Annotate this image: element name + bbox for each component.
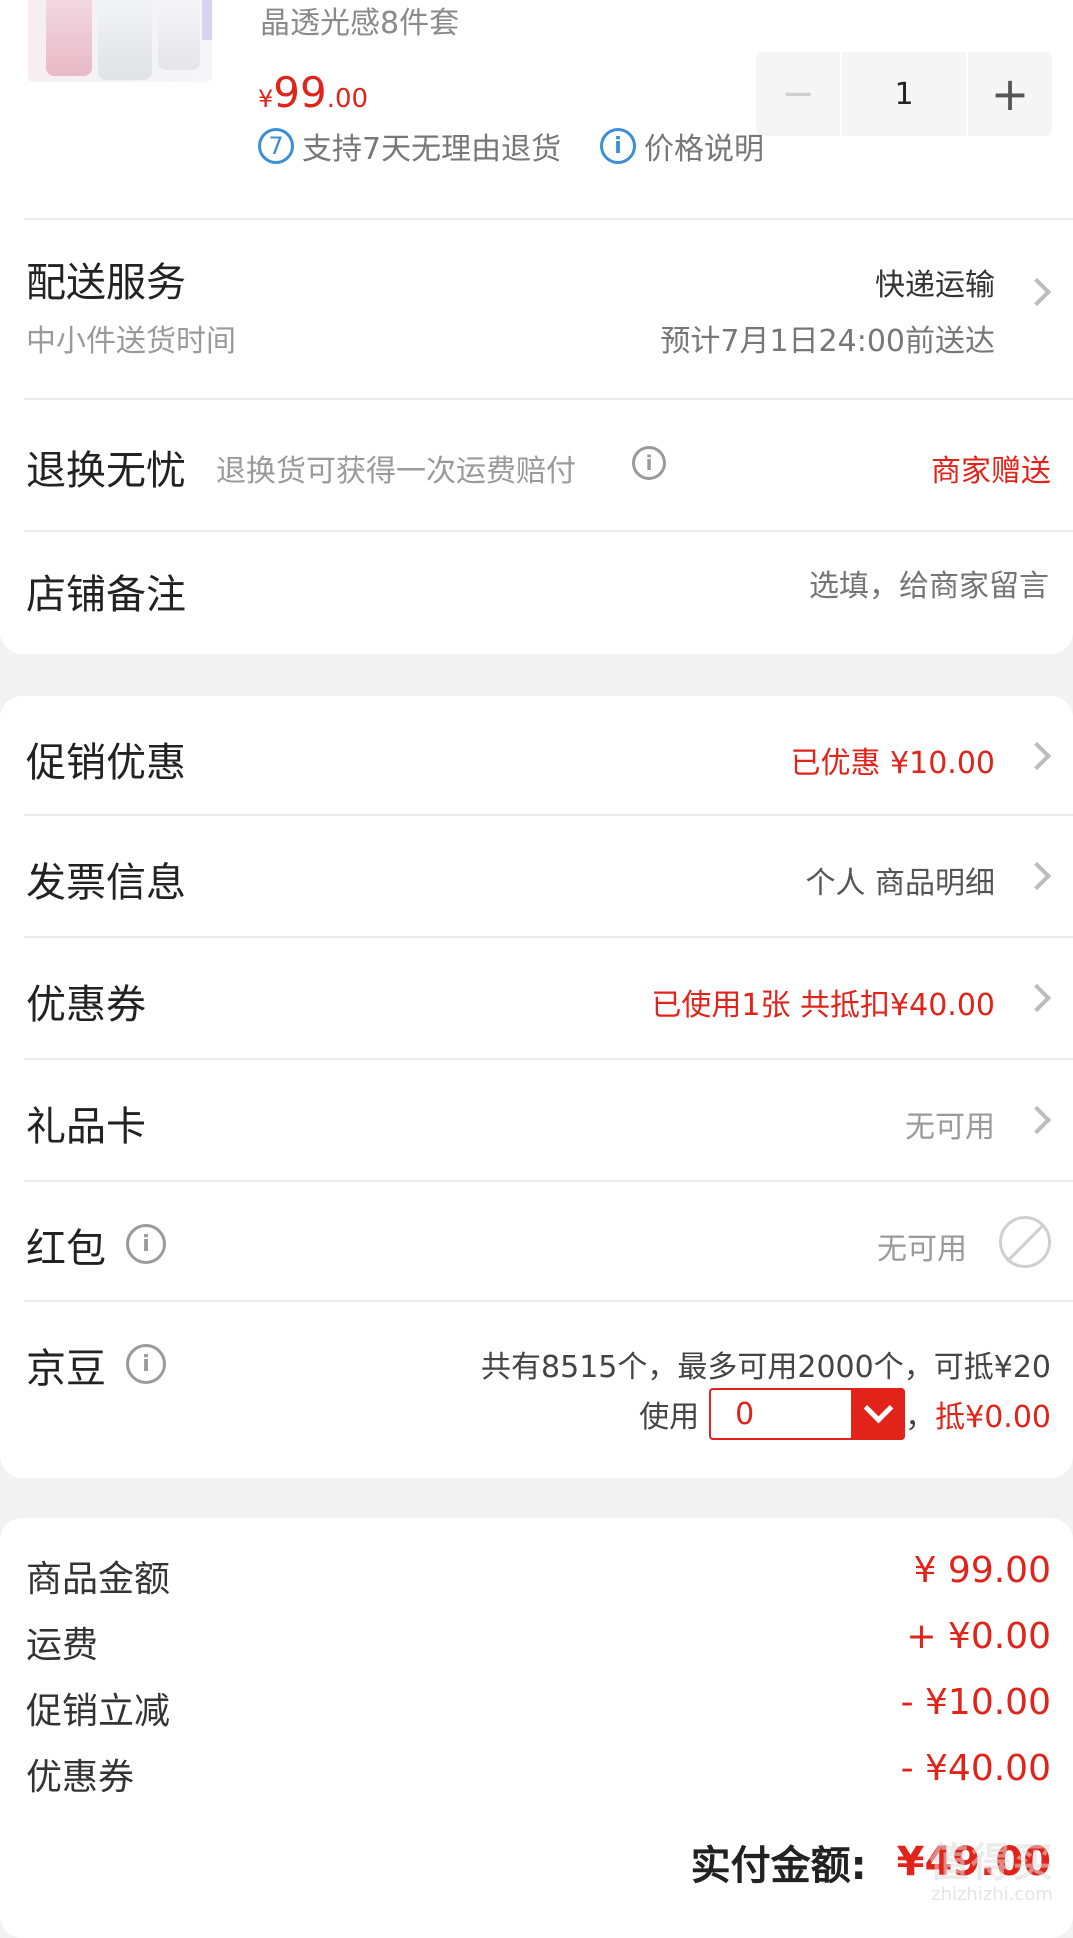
info-icon[interactable]: i bbox=[126, 1224, 166, 1264]
watermark-main: 值得买 bbox=[929, 1840, 1055, 1886]
store-note-row: 店铺备注 bbox=[0, 532, 1073, 654]
promo-label: 促销优惠 bbox=[26, 740, 186, 786]
price-explain-text: 价格说明 bbox=[644, 132, 764, 167]
product-image[interactable] bbox=[28, 0, 212, 82]
summary-value: - ¥40.00 bbox=[900, 1748, 1051, 1789]
quantity-input[interactable]: 1 bbox=[842, 52, 966, 136]
summary-value: ¥ 99.00 bbox=[913, 1550, 1051, 1591]
bottle-white-1 bbox=[98, 0, 152, 80]
jingdou-comma: ， bbox=[905, 1400, 936, 1435]
jingdou-use-label: 使用 bbox=[639, 1400, 700, 1435]
giftcard-row[interactable]: 礼品卡 无可用 bbox=[0, 1060, 1073, 1178]
order-item-card: 晶透光感8件套 ¥99.00 − 1 + 7 支持7天无理由退货 i 价格说明 … bbox=[0, 0, 1073, 654]
quantity-value: 1 bbox=[894, 76, 914, 112]
slash-line bbox=[1006, 1223, 1045, 1263]
chevron-right-icon bbox=[1022, 1105, 1052, 1135]
return-worry-desc: 退换货可获得一次运费赔付 bbox=[216, 454, 576, 489]
watermark-sub: zhizhizhi.com bbox=[931, 1884, 1053, 1905]
delivery-eta: 预计7月1日24:00前送达 bbox=[660, 324, 995, 359]
return-7day-badge[interactable]: 7 支持7天无理由退货 bbox=[258, 126, 562, 167]
price-currency: ¥ bbox=[258, 85, 274, 113]
jingdou-amount-select[interactable]: 0 bbox=[709, 1388, 906, 1440]
summary-value: - ¥10.00 bbox=[900, 1682, 1051, 1723]
discount-options-card: 促销优惠 已优惠 ¥10.00 发票信息 个人 商品明细 优惠券 已使用1张 共… bbox=[0, 696, 1073, 1478]
info-icon[interactable]: i bbox=[632, 446, 666, 480]
promo-value: 已优惠 ¥10.00 bbox=[790, 746, 995, 781]
summary-label: 商品金额 bbox=[26, 1559, 171, 1600]
coupon-row[interactable]: 优惠券 已使用1张 共抵扣¥40.00 bbox=[0, 938, 1073, 1056]
minus-icon: − bbox=[781, 71, 815, 117]
invoice-row[interactable]: 发票信息 个人 商品明细 bbox=[0, 816, 1073, 934]
product-card-art bbox=[202, 0, 212, 40]
summary-value: + ¥0.00 bbox=[906, 1616, 1051, 1657]
summary-row: 促销立减 - ¥10.00 bbox=[0, 1674, 1073, 1734]
store-note-label: 店铺备注 bbox=[26, 572, 186, 618]
jingdou-label: 京豆 bbox=[26, 1346, 106, 1392]
invoice-label: 发票信息 bbox=[26, 860, 186, 906]
delivery-sublabel: 中小件送货时间 bbox=[26, 324, 236, 359]
summary-label: 优惠券 bbox=[26, 1757, 135, 1798]
product-price: ¥99.00 bbox=[258, 68, 368, 117]
promo-row[interactable]: 促销优惠 已优惠 ¥10.00 bbox=[0, 696, 1073, 814]
decrease-button[interactable]: − bbox=[756, 52, 840, 136]
return-worry-label: 退换无忧 bbox=[26, 448, 186, 494]
redpacket-row: 红包 i 无可用 bbox=[0, 1182, 1073, 1300]
dropdown-button[interactable] bbox=[851, 1388, 906, 1440]
coupon-label: 优惠券 bbox=[26, 982, 146, 1028]
jingdou-summary: 共有8515个，最多可用2000个，可抵¥20 bbox=[481, 1350, 1051, 1385]
chevron-right-icon bbox=[1022, 741, 1052, 771]
jingdou-deduct: 抵¥0.00 bbox=[935, 1400, 1051, 1435]
invoice-value: 个人 商品明细 bbox=[805, 866, 995, 901]
jingdou-amount-value: 0 bbox=[735, 1396, 755, 1432]
giftcard-value: 无可用 bbox=[905, 1110, 995, 1145]
plus-icon: + bbox=[990, 67, 1030, 121]
return-worry-row[interactable]: 退换无忧 退换货可获得一次运费赔付 i 商家赠送 bbox=[0, 400, 1073, 528]
amount-summary-card: 商品金额 ¥ 99.00 运费 + ¥0.00 促销立减 - ¥10.00 优惠… bbox=[0, 1518, 1073, 1938]
chevron-down-icon bbox=[863, 1393, 894, 1424]
quantity-stepper: − 1 + bbox=[756, 52, 1052, 136]
price-explain-badge[interactable]: i 价格说明 bbox=[600, 126, 764, 167]
jingdou-use-line: 使用 0 ， 抵¥0.00 bbox=[639, 1386, 1051, 1442]
price-decimal: .00 bbox=[326, 84, 369, 114]
coupon-value: 已使用1张 共抵扣¥40.00 bbox=[651, 988, 995, 1023]
summary-row: 优惠券 - ¥40.00 bbox=[0, 1740, 1073, 1800]
giftcard-label: 礼品卡 bbox=[26, 1104, 146, 1150]
total-label: 实付金额: bbox=[690, 1843, 867, 1889]
jingdou-row: 京豆 i 共有8515个，最多可用2000个，可抵¥20 使用 0 ， 抵¥0.… bbox=[0, 1302, 1073, 1478]
bottle-white-2 bbox=[158, 0, 200, 70]
summary-label: 促销立减 bbox=[26, 1691, 171, 1732]
redpacket-label: 红包 bbox=[26, 1226, 106, 1272]
info-icon[interactable]: i bbox=[126, 1344, 166, 1384]
store-note-input[interactable] bbox=[487, 562, 1051, 610]
seven-day-icon: 7 bbox=[258, 128, 294, 164]
delivery-row[interactable]: 配送服务 中小件送货时间 快递运输 预计7月1日24:00前送达 bbox=[0, 220, 1073, 370]
delivery-method: 快递运输 bbox=[875, 268, 995, 303]
product-name: 晶透光感8件套 bbox=[260, 6, 460, 41]
seven-day-text: 支持7天无理由退货 bbox=[302, 132, 562, 167]
summary-row: 运费 + ¥0.00 bbox=[0, 1608, 1073, 1668]
redpacket-value: 无可用 bbox=[877, 1232, 967, 1267]
chevron-right-icon bbox=[1022, 983, 1052, 1013]
info-icon: i bbox=[600, 128, 636, 164]
delivery-label: 配送服务 bbox=[26, 260, 186, 306]
chevron-right-icon bbox=[1022, 861, 1052, 891]
chevron-right-icon bbox=[1022, 277, 1052, 307]
summary-row: 商品金额 ¥ 99.00 bbox=[0, 1542, 1073, 1602]
bottle-pink bbox=[46, 0, 92, 76]
disabled-circle-icon bbox=[999, 1216, 1051, 1268]
watermark-logo: 值得买 zhizhizhi.com bbox=[917, 1830, 1067, 1905]
price-integer: 99 bbox=[273, 68, 327, 117]
return-worry-value: 商家赠送 bbox=[931, 454, 1051, 489]
summary-label: 运费 bbox=[26, 1625, 99, 1666]
increase-button[interactable]: + bbox=[968, 52, 1052, 136]
